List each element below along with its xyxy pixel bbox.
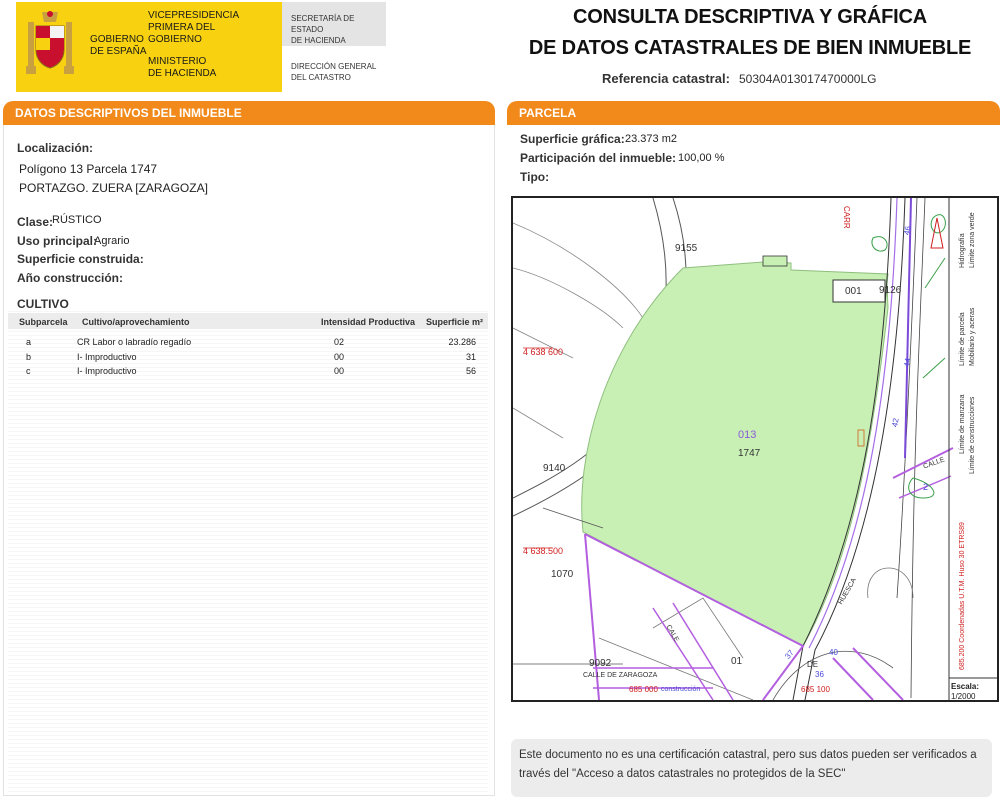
map-label-44: 44 [902, 357, 913, 368]
map-label-01: 01 [731, 656, 743, 667]
cell-subparcela: c [26, 366, 31, 376]
superficie-grafica-value: 23.373 m2 [625, 133, 677, 145]
map-label-9155: 9155 [675, 243, 698, 254]
participacion-label: Participación del inmueble: [520, 151, 677, 165]
legend-limite-manzana: Límite de manzana [959, 394, 966, 454]
localizacion-line1: Polígono 13 Parcela 1747 [19, 162, 158, 176]
superficie-construida-label: Superficie construida: [17, 252, 144, 266]
map-label-construccion: construcción [661, 686, 701, 693]
map-label-9140: 9140 [543, 463, 566, 474]
legend-coordinates: 685.200 Coordenadas U.T.M. Huso 30 ETRS8… [959, 522, 966, 670]
header: GOBIERNO DE ESPAÑA VICEPRESIDENCIA PRIME… [0, 0, 1000, 100]
localizacion-line2: PORTAZGO. ZUERA [ZARAGOZA] [19, 181, 208, 195]
map-label-40: 40 [829, 648, 838, 657]
escala-label: Escala: [951, 682, 980, 691]
clase-label: Clase: [17, 215, 54, 229]
disclaimer-text: Este documento no es una certificación c… [519, 749, 977, 780]
col-superficie: Superficie m² [426, 317, 484, 327]
spain-coat-of-arms-icon [26, 11, 74, 74]
map-label-calle-zaragoza: CALLE DE ZARAGOZA [583, 672, 658, 679]
map-label-36: 36 [815, 670, 824, 679]
map-label-carr: CARR [842, 206, 851, 229]
col-cultivo: Cultivo/aprovechamiento [82, 317, 190, 327]
cell-cultivo: I- Improductivo [77, 352, 137, 362]
map-label-1070: 1070 [551, 569, 574, 580]
map-label-2: 2 [923, 482, 929, 492]
panel-ruled-background [8, 311, 488, 795]
escala-value: 1/2000 [951, 692, 976, 701]
cadastral-map[interactable]: 9155 001 9126 4 638 600 4 638.500 9140 1… [511, 196, 999, 702]
map-label-001: 001 [845, 286, 862, 297]
legend-hidrografia: Hidrografía [959, 233, 966, 268]
col-subparcela: Subparcela [19, 317, 68, 327]
map-label-9126: 9126 [879, 285, 902, 296]
map-coord-500: 4 638.500 [523, 546, 564, 556]
map-label-1747: 1747 [738, 448, 761, 459]
secretaria-label: SECRETARÍA DE ESTADO DE HACIENDA [291, 14, 355, 45]
vicepresidencia-label: VICEPRESIDENCIA PRIMERA DEL GOBIERNO [148, 10, 240, 45]
map-label-46: 46 [902, 225, 913, 236]
uso-principal-label: Uso principal: [17, 234, 98, 248]
direccion-label: DIRECCIÓN GENERAL DEL CATASTRO [291, 62, 377, 82]
referencia-label: Referencia catastral: [602, 71, 730, 86]
ministerio-label: MINISTERIO DE HACIENDA [148, 56, 217, 79]
map-label-013: 013 [738, 429, 757, 441]
map-label-685000: 685 000 [629, 685, 658, 694]
localizacion-label: Localización: [17, 141, 94, 155]
datos-descriptivos-header: DATOS DESCRIPTIVOS DEL INMUEBLE [3, 101, 495, 125]
page-title-line1: CONSULTA DESCRIPTIVA Y GRÁFICA [572, 6, 928, 28]
col-intensidad: Intensidad Productiva [321, 317, 416, 327]
cell-subparcela: b [26, 352, 32, 362]
cell-superficie: 56 [465, 366, 476, 376]
legend-limite-construcciones: Límite de construcciones [969, 396, 976, 474]
cell-intensidad: 00 [334, 366, 345, 376]
cell-cultivo: CR Labor o labradío regadío [77, 337, 192, 347]
legend-limite-parcela: Límite de parcela [959, 312, 966, 366]
tipo-label: Tipo: [520, 170, 550, 184]
map-coord-600: 4 638 600 [523, 347, 564, 357]
parcela-header: PARCELA [507, 101, 1000, 125]
cultivo-title: CULTIVO [17, 297, 69, 311]
cell-superficie: 23.286 [448, 337, 476, 347]
participacion-value: 100,00 % [678, 152, 725, 164]
cell-cultivo: I- Improductivo [77, 366, 137, 376]
cell-intensidad: 02 [334, 337, 345, 347]
map-label-42: 42 [890, 417, 901, 428]
uso-principal-value: Agrario [94, 235, 130, 247]
cell-intensidad: 00 [334, 352, 345, 362]
page-title-line2: DE DATOS CATASTRALES DE BIEN INMUEBLE [528, 37, 972, 59]
clase-value: RÚSTICO [52, 214, 102, 226]
map-label-de: DE [807, 660, 819, 669]
anio-construccion-label: Año construcción: [17, 271, 124, 285]
map-label-9092: 9092 [589, 658, 612, 669]
cell-superficie: 31 [465, 352, 476, 362]
superficie-grafica-label: Superficie gráfica: [520, 132, 625, 146]
cell-subparcela: a [26, 337, 32, 347]
referencia-value[interactable]: 50304A013017470000LG [739, 72, 876, 86]
legend-limite-zona-verde: Límite zona verde [969, 212, 976, 268]
map-label-685100: 685 100 [801, 685, 830, 694]
legend-mobiliario: Mobiliario y aceras [969, 307, 976, 366]
cultivo-table-header [8, 313, 488, 329]
